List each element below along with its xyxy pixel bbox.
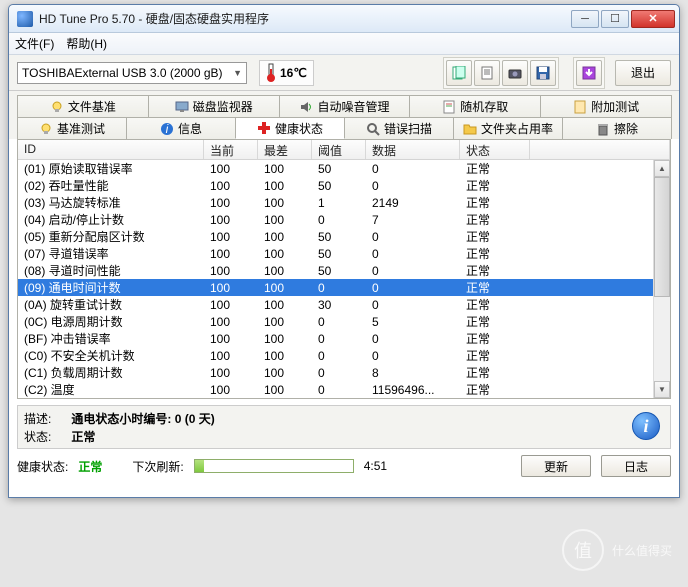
col-current[interactable]: 当前 [204,140,258,159]
bottom-bar: 健康状态: 正常 下次刷新: 4:51 更新 日志 [17,455,671,477]
tab-错误扫描[interactable]: 错误扫描 [344,117,454,139]
desc-label: 描述: [24,412,51,426]
device-select[interactable]: TOSHIBAExternal USB 3.0 (2000 gB) ▼ [17,62,247,84]
watermark-text: 什么值得买 [612,542,672,559]
log-button[interactable]: 日志 [601,455,671,477]
scroll-thumb[interactable] [654,177,670,297]
description-panel: 描述: 通电状态小时编号: 0 (0 天) 状态: 正常 i [17,405,671,449]
titlebar[interactable]: HD Tune Pro 5.70 - 硬盘/固态硬盘实用程序 ─ ☐ ✕ [9,5,679,33]
thermometer-icon [266,63,276,83]
search-icon [366,122,380,136]
desc-text: 通电状态小时编号: 0 (0 天) [71,412,214,426]
health-label: 健康状态: [17,458,68,475]
bulb-icon [50,100,64,114]
app-window: HD Tune Pro 5.70 - 硬盘/固态硬盘实用程序 ─ ☐ ✕ 文件(… [8,4,680,498]
table-row[interactable]: (09) 通电时间计数10010000正常 [18,279,670,296]
options-button[interactable] [576,60,602,86]
copy-text-button[interactable] [474,60,500,86]
tab-磁盘监视器[interactable]: 磁盘监视器 [148,95,280,117]
refresh-progress [194,459,354,473]
close-button[interactable]: ✕ [631,10,675,28]
tab-文件基准[interactable]: 文件基准 [17,95,149,117]
menubar: 文件(F) 帮助(H) [9,33,679,55]
table-row[interactable]: (BF) 冲击错误率10010000正常 [18,330,670,347]
table-header: ID 当前 最差 阈值 数据 状态 [18,140,670,160]
table-row[interactable]: (0C) 电源周期计数10010005正常 [18,313,670,330]
watermark-icon: 值 [562,529,604,571]
table-body[interactable]: (01) 原始读取错误率100100500正常(02) 吞吐量性能1001005… [18,160,670,398]
maximize-button[interactable]: ☐ [601,10,629,28]
table-row[interactable]: (05) 重新分配扇区计数100100500正常 [18,228,670,245]
scroll-up-button[interactable]: ▲ [654,160,670,177]
tab-row-1: 文件基准磁盘监视器自动噪音管理随机存取附加测试 [9,91,679,117]
col-id[interactable]: ID [18,140,204,159]
temperature-display: 16℃ [259,60,314,86]
svg-text:i: i [166,122,169,136]
app-icon [17,11,33,27]
tab-基准测试[interactable]: 基准测试 [17,117,127,139]
update-button[interactable]: 更新 [521,455,591,477]
plus-icon [257,121,271,135]
table-row[interactable]: (01) 原始读取错误率100100500正常 [18,160,670,177]
table-row[interactable]: (03) 马达旋转标准10010012149正常 [18,194,670,211]
window-title: HD Tune Pro 5.70 - 硬盘/固态硬盘实用程序 [37,10,571,27]
col-data[interactable]: 数据 [366,140,460,159]
menu-file[interactable]: 文件(F) [15,35,54,52]
table-row[interactable]: (C0) 不安全关机计数10010000正常 [18,347,670,364]
table-row[interactable]: (04) 启动/停止计数10010007正常 [18,211,670,228]
tab-随机存取[interactable]: 随机存取 [409,95,541,117]
minimize-button[interactable]: ─ [571,10,599,28]
table-row[interactable]: (07) 寻道错误率100100500正常 [18,245,670,262]
tab-擦除[interactable]: 擦除 [562,117,672,139]
exit-button[interactable]: 退出 [615,60,671,86]
table-row[interactable]: (C1) 负载周期计数10010008正常 [18,364,670,381]
toolbar: TOSHIBAExternal USB 3.0 (2000 gB) ▼ 16℃ … [9,55,679,91]
sheet2-icon [573,100,587,114]
scrollbar[interactable]: ▲ ▼ [653,160,670,398]
monitor-icon [175,100,189,114]
desc-status-value: 正常 [71,430,95,444]
col-worst[interactable]: 最差 [258,140,312,159]
refresh-label: 下次刷新: [132,458,183,475]
tab-信息[interactable]: i信息 [126,117,236,139]
health-value: 正常 [78,458,102,475]
tab-文件夹占用率[interactable]: 文件夹占用率 [453,117,563,139]
table-row[interactable]: (0A) 旋转重试计数100100300正常 [18,296,670,313]
scroll-down-button[interactable]: ▼ [654,381,670,398]
tab-健康状态[interactable]: 健康状态 [235,117,345,139]
info-icon[interactable]: i [632,412,660,440]
trash-icon [596,122,610,136]
table-row[interactable]: (C2) 温度100100011596496...正常 [18,381,670,398]
col-threshold[interactable]: 阈值 [312,140,366,159]
health-table: ID 当前 最差 阈值 数据 状态 (01) 原始读取错误率100100500正… [17,139,671,399]
screenshot-button[interactable] [502,60,528,86]
sheet-icon [442,100,456,114]
temperature-value: 16℃ [280,66,307,80]
save-button[interactable] [530,60,556,86]
tab-自动噪音管理[interactable]: 自动噪音管理 [279,95,411,117]
menu-help[interactable]: 帮助(H) [66,35,107,52]
col-status[interactable]: 状态 [460,140,530,159]
chevron-down-icon: ▼ [233,68,242,78]
folder-icon [463,122,477,136]
bulb-icon [39,122,53,136]
table-row[interactable]: (08) 寻道时间性能100100500正常 [18,262,670,279]
speaker-icon [299,100,313,114]
copy-info-button[interactable] [446,60,472,86]
desc-status-label: 状态: [24,430,51,444]
watermark: 值 什么值得买 [562,529,672,571]
device-name: TOSHIBAExternal USB 3.0 (2000 gB) [22,66,223,80]
tab-附加测试[interactable]: 附加测试 [540,95,672,117]
tab-row-2: 基准测试i信息健康状态错误扫描文件夹占用率擦除 [9,117,679,139]
info-icon: i [160,122,174,136]
table-row[interactable]: (02) 吞吐量性能100100500正常 [18,177,670,194]
countdown: 4:51 [364,459,387,473]
